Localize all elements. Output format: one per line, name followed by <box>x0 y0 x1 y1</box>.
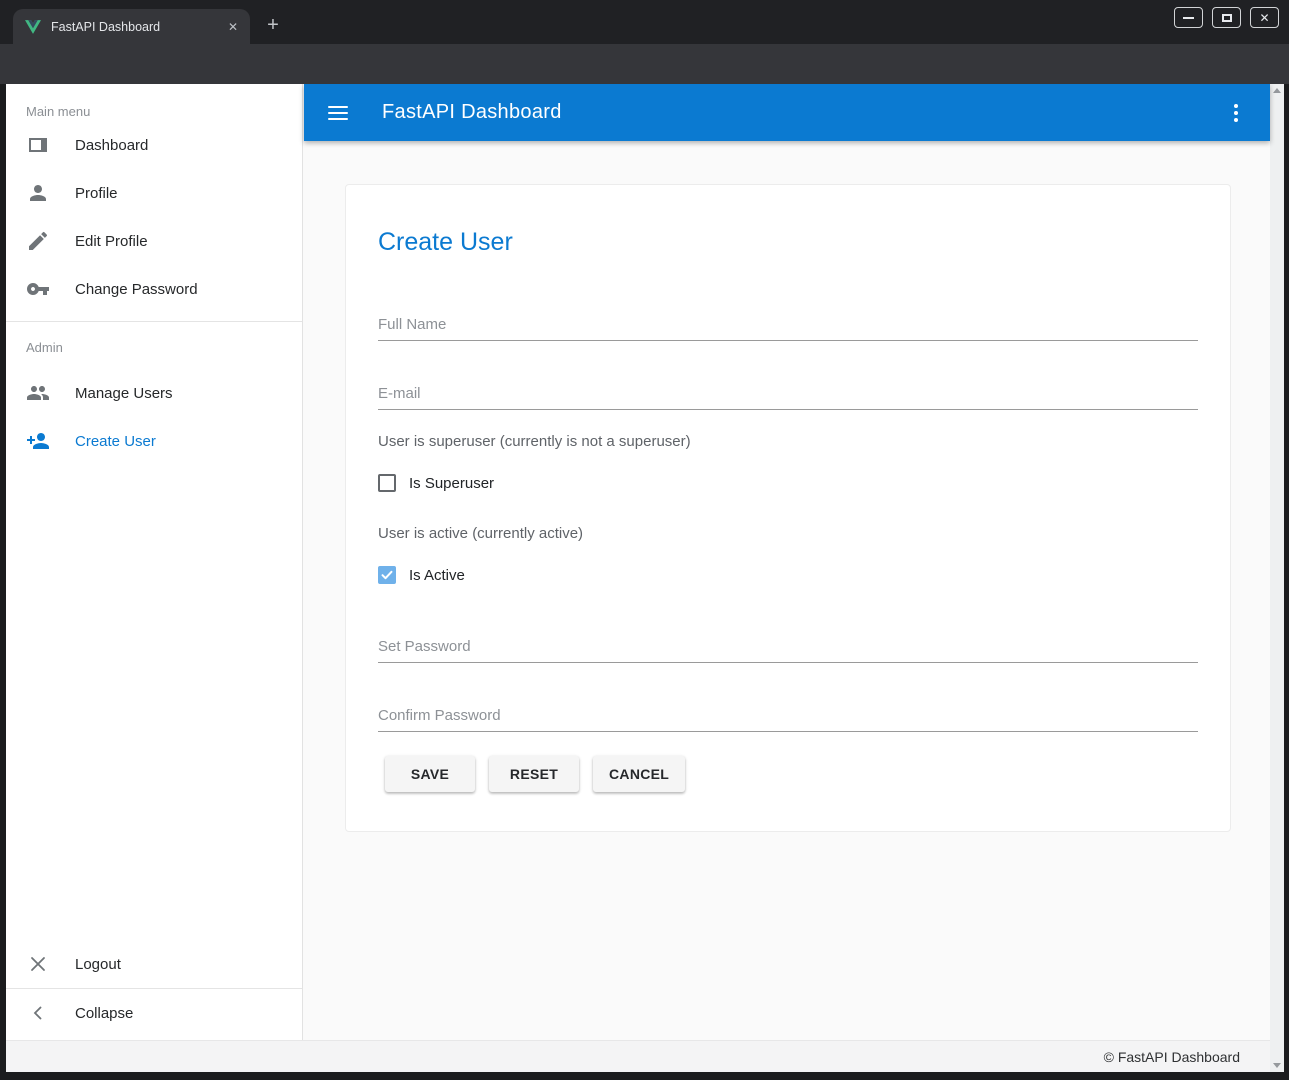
confirm-password-input[interactable] <box>378 705 1198 732</box>
sidebar-item-edit-profile[interactable]: Edit Profile <box>6 217 302 265</box>
hamburger-menu-icon[interactable] <box>328 106 348 120</box>
appbar-title: FastAPI Dashboard <box>382 101 562 124</box>
chevron-left-icon <box>26 1001 50 1025</box>
full-name-input[interactable] <box>378 314 1198 341</box>
sidebar-item-create-user[interactable]: Create User <box>6 417 302 465</box>
sidebar: Main menu Dashboard Profile <box>6 84 303 1040</box>
appbar: FastAPI Dashboard <box>304 84 1270 141</box>
sidebar-item-label: Profile <box>75 185 118 202</box>
create-user-card: Create User User is superuser (currently… <box>345 184 1231 832</box>
is-active-checkbox[interactable] <box>378 566 396 584</box>
sidebar-item-label: Logout <box>75 956 121 973</box>
sidebar-item-label: Manage Users <box>75 385 173 402</box>
checkbox-label: Is Active <box>409 567 465 584</box>
vue-favicon <box>25 20 41 34</box>
sidebar-item-logout[interactable]: Logout <box>6 940 302 988</box>
email-input[interactable] <box>378 383 1198 410</box>
page-footer: © FastAPI Dashboard <box>6 1040 1270 1072</box>
superuser-hint: User is superuser (currently is not a su… <box>378 432 1198 452</box>
sidebar-item-label: Collapse <box>75 1005 133 1022</box>
sidebar-list-admin: Manage Users Create User <box>6 369 302 465</box>
people-icon <box>26 381 50 405</box>
new-tab-button[interactable]: + <box>260 13 286 39</box>
minimize-icon <box>1183 17 1194 19</box>
is-superuser-checkbox-row[interactable]: Is Superuser <box>378 471 1198 495</box>
sidebar-section-admin: Admin <box>6 322 302 356</box>
dashboard-icon <box>26 133 50 157</box>
maximize-button[interactable] <box>1212 7 1241 28</box>
page-viewport: Main menu Dashboard Profile <box>6 84 1284 1072</box>
tab-strip: FastAPI Dashboard ✕ + ✕ <box>0 0 1289 44</box>
maximize-icon <box>1222 14 1232 22</box>
active-hint: User is active (currently active) <box>378 524 1198 544</box>
main-area: FastAPI Dashboard Create User User is su… <box>304 84 1270 1040</box>
person-add-icon <box>26 429 50 453</box>
browser-toolbar: localhost/main/admin/users/create <box>0 44 1289 84</box>
window-controls: ✕ <box>1174 7 1279 28</box>
logout-x-icon <box>26 952 50 976</box>
close-window-button[interactable]: ✕ <box>1250 7 1279 28</box>
form-title: Create User <box>378 227 1198 257</box>
close-icon: ✕ <box>1259 12 1269 24</box>
reset-button[interactable]: RESET <box>489 756 579 792</box>
browser-window: FastAPI Dashboard ✕ + ✕ localhost/main/a… <box>0 0 1289 1080</box>
minimize-button[interactable] <box>1174 7 1203 28</box>
tab-fastapi-dashboard[interactable]: FastAPI Dashboard ✕ <box>13 9 250 44</box>
cancel-button[interactable]: CANCEL <box>593 756 685 792</box>
sidebar-item-label: Create User <box>75 433 156 450</box>
sidebar-item-label: Edit Profile <box>75 233 148 250</box>
copyright-text: © FastAPI Dashboard <box>1104 1049 1240 1065</box>
sidebar-item-manage-users[interactable]: Manage Users <box>6 369 302 417</box>
sidebar-section-main-menu: Main menu <box>6 84 302 120</box>
key-icon <box>26 277 50 301</box>
sidebar-bottom: Logout Collapse <box>6 940 302 1037</box>
appbar-kebab-icon[interactable] <box>1226 100 1246 126</box>
sidebar-item-collapse[interactable]: Collapse <box>6 989 302 1037</box>
checkbox-label: Is Superuser <box>409 475 494 492</box>
vertical-scrollbar[interactable] <box>1270 84 1284 1072</box>
is-superuser-checkbox[interactable] <box>378 474 396 492</box>
sidebar-item-label: Change Password <box>75 281 198 298</box>
is-active-checkbox-row[interactable]: Is Active <box>378 563 1198 587</box>
sidebar-item-dashboard[interactable]: Dashboard <box>6 121 302 169</box>
scroll-up-arrow-icon[interactable] <box>1273 88 1281 93</box>
tab-close-icon[interactable]: ✕ <box>224 18 242 36</box>
sidebar-item-change-password[interactable]: Change Password <box>6 265 302 313</box>
tab-title: FastAPI Dashboard <box>51 20 224 34</box>
sidebar-list-main: Dashboard Profile Edit Profile <box>6 121 302 313</box>
sidebar-item-label: Dashboard <box>75 137 148 154</box>
pencil-icon <box>26 229 50 253</box>
scroll-down-arrow-icon[interactable] <box>1273 1063 1281 1068</box>
check-icon <box>380 568 394 582</box>
person-icon <box>26 181 50 205</box>
save-button[interactable]: SAVE <box>385 756 475 792</box>
sidebar-item-profile[interactable]: Profile <box>6 169 302 217</box>
form-buttons: SAVE RESET CANCEL <box>385 756 1198 792</box>
set-password-input[interactable] <box>378 636 1198 663</box>
